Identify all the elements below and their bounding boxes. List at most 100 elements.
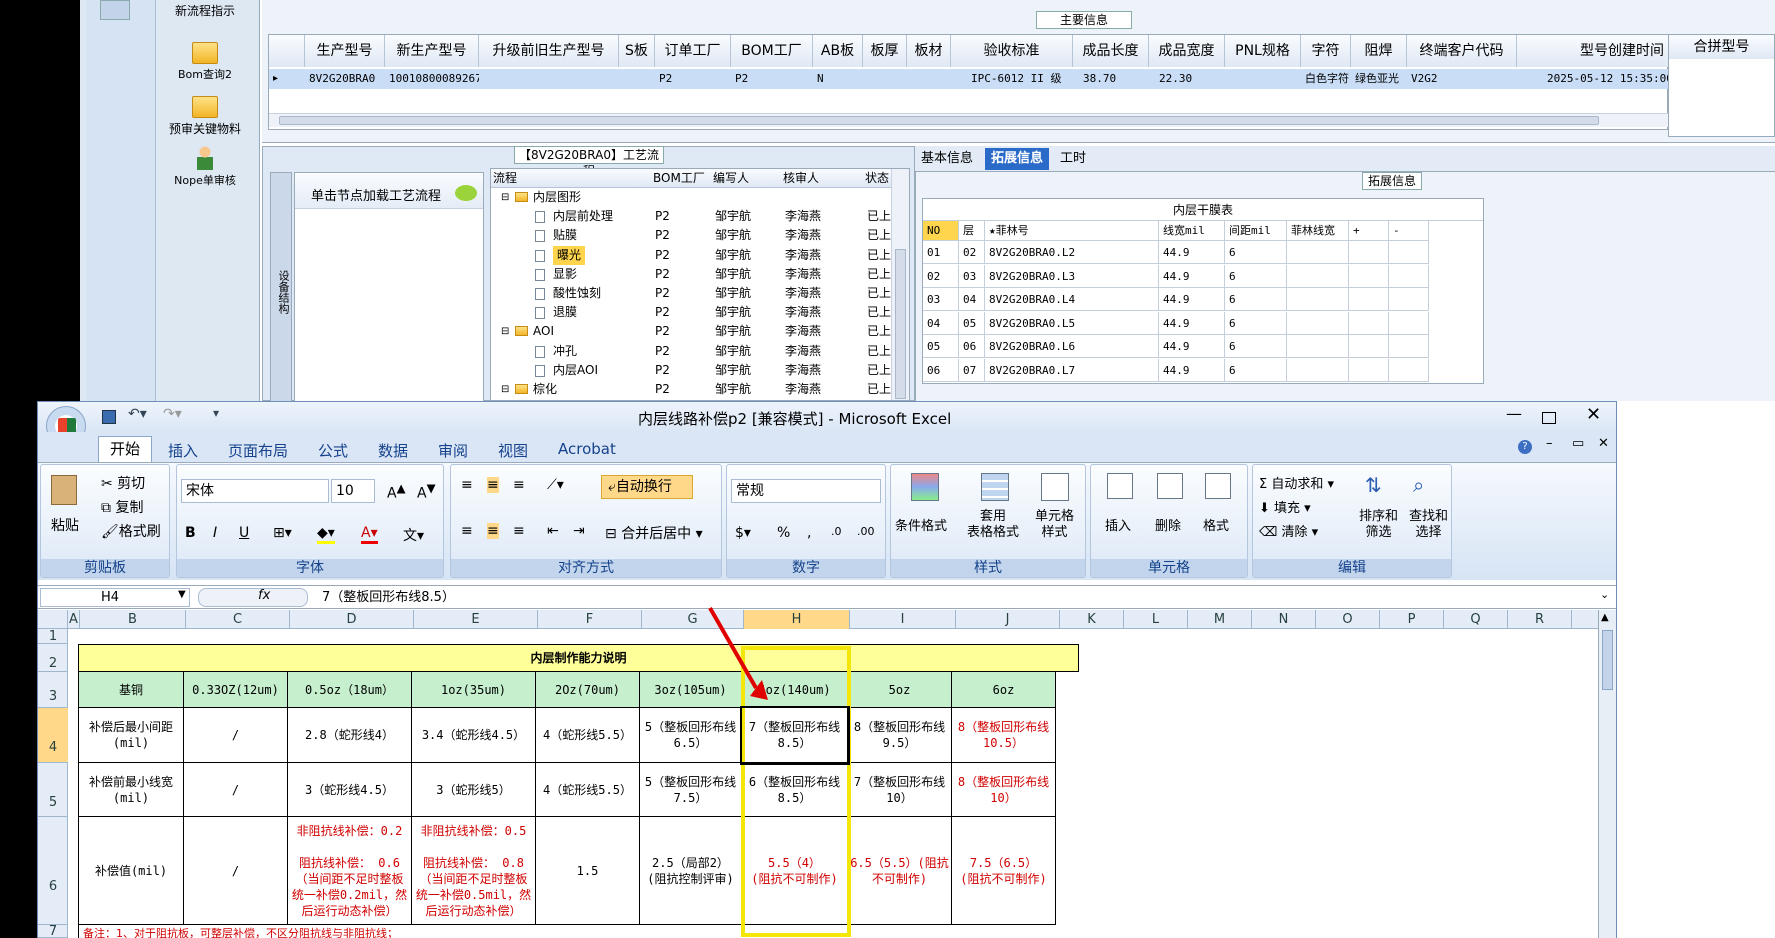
tree-node-label[interactable]: AOI: [533, 322, 554, 341]
sheet-cell[interactable]: 补偿值(mil): [78, 817, 184, 925]
tab-home[interactable]: 开始: [98, 436, 152, 462]
column-header[interactable]: K: [1060, 610, 1124, 629]
ribbon-close-icon[interactable]: ✕: [1598, 436, 1609, 451]
ext-cell[interactable]: 44.9: [1159, 358, 1225, 382]
ext-cell[interactable]: 44.9: [1159, 335, 1225, 358]
sort-filter-button[interactable]: 排序和 筛选: [1359, 509, 1398, 541]
merge-center-button[interactable]: ⊟ 合并后居中 ▾: [605, 523, 703, 543]
ext-cell[interactable]: [1389, 311, 1429, 335]
name-box-dropdown-icon[interactable]: ▼: [178, 589, 186, 600]
col-header[interactable]: 成品宽度: [1149, 35, 1225, 67]
tab-insert[interactable]: 插入: [168, 440, 198, 461]
ext-cell[interactable]: 06: [959, 335, 985, 358]
ext-cell[interactable]: 8V2G20BRA0.L4: [985, 288, 1159, 311]
cell[interactable]: 22.30: [1149, 69, 1225, 89]
sheet-cell[interactable]: /: [184, 763, 288, 817]
align-bottom-icon[interactable]: ≡: [513, 477, 525, 493]
tree-row[interactable]: ⊟ AOI P2 邹宇航 李海燕 已上网: [491, 322, 903, 341]
col-header[interactable]: 阻焊: [1351, 35, 1407, 67]
column-header[interactable]: P: [1380, 610, 1444, 629]
column-header[interactable]: F: [538, 610, 642, 629]
ext-cell[interactable]: [1287, 241, 1349, 264]
ext-col-header[interactable]: 间距mil: [1225, 221, 1287, 241]
col-header[interactable]: 成品长度: [1073, 35, 1149, 67]
row-header[interactable]: 1: [38, 629, 68, 644]
ext-col-header[interactable]: 线宽mil: [1159, 221, 1225, 241]
ext-cell[interactable]: 05: [959, 311, 985, 335]
sheet-cell[interactable]: 7.5（6.5） (阻抗不可制作): [952, 817, 1056, 925]
ext-col-header[interactable]: 菲林线宽: [1287, 221, 1349, 241]
sheet-vertical-scrollbar[interactable]: ▲: [1598, 610, 1616, 938]
cell[interactable]: 10010800089267: [385, 69, 479, 89]
row-header[interactable]: 7: [38, 925, 68, 938]
sheet-title-cell[interactable]: 内层制作能力说明: [78, 644, 1079, 672]
ext-cell[interactable]: [1287, 311, 1349, 335]
ext-col-header[interactable]: NO: [923, 221, 959, 241]
ext-cell[interactable]: [1389, 241, 1429, 264]
format-painter-button[interactable]: 🖌格式刷: [101, 521, 161, 541]
row-header[interactable]: 5: [38, 763, 68, 817]
scroll-up-icon[interactable]: ▲: [1601, 612, 1609, 623]
cell[interactable]: N: [813, 69, 863, 89]
insert-button[interactable]: 插入: [1105, 515, 1131, 534]
column-header[interactable]: R: [1508, 610, 1572, 629]
ext-cell[interactable]: [1349, 241, 1389, 264]
ext-cell[interactable]: 8V2G20BRA0.L5: [985, 311, 1159, 335]
expand-formula-icon[interactable]: ⌄: [1600, 588, 1609, 601]
nav-item-nope-review[interactable]: Nope单审核: [150, 146, 260, 188]
collapse-icon[interactable]: ⊟: [501, 322, 509, 341]
ribbon-restore-icon[interactable]: ▭: [1572, 436, 1584, 451]
col-header[interactable]: 验收标准: [951, 35, 1073, 67]
maximize-button[interactable]: [1542, 412, 1556, 424]
collapse-icon[interactable]: ⊟: [501, 188, 509, 207]
ext-cell[interactable]: 03: [959, 264, 985, 288]
border-icon[interactable]: ⊞▾: [273, 525, 292, 541]
sheet-cell[interactable]: 3.4（蛇形线4.5）: [412, 708, 536, 763]
ext-cell[interactable]: 8V2G20BRA0.L2: [985, 241, 1159, 264]
ext-cell[interactable]: 02: [959, 241, 985, 264]
col-header[interactable]: PNL规格: [1225, 35, 1301, 67]
shrink-font-icon[interactable]: A▼: [417, 481, 436, 502]
sheet-cell[interactable]: /: [184, 708, 288, 763]
col-header[interactable]: BOM工厂: [731, 35, 813, 67]
scrollbar-thumb[interactable]: [1602, 630, 1613, 690]
ext-cell[interactable]: [1389, 264, 1429, 288]
tree-node-label[interactable]: 退膜: [553, 303, 577, 322]
save-icon[interactable]: [102, 410, 116, 424]
tree-node-label[interactable]: 显影: [553, 265, 577, 284]
col-header[interactable]: 升级前旧生产型号: [479, 35, 619, 67]
scrollbar-thumb[interactable]: [279, 116, 1599, 125]
col-header[interactable]: 新生产型号: [385, 35, 479, 67]
select-all-corner[interactable]: [38, 610, 68, 629]
column-header[interactable]: M: [1188, 610, 1252, 629]
tab-extended-info[interactable]: 拓展信息: [985, 148, 1050, 170]
tree-row[interactable]: 内层前处理 P2 邹宇航 李海燕 已上网: [491, 207, 903, 226]
increase-indent-icon[interactable]: ⇥: [573, 523, 585, 539]
decrease-decimal-icon[interactable]: .00: [857, 525, 875, 538]
ext-cell[interactable]: 8V2G20BRA0.L6: [985, 335, 1159, 358]
tree-row[interactable]: 显影 P2 邹宇航 李海燕 已上网: [491, 265, 903, 284]
column-header[interactable]: B: [80, 610, 186, 629]
tree-node-label[interactable]: 内层前处理: [553, 207, 613, 226]
tab-work-hours[interactable]: 工时: [1054, 148, 1092, 170]
font-color-icon[interactable]: A▾: [361, 525, 378, 544]
ext-cell[interactable]: [1349, 264, 1389, 288]
col-header[interactable]: 板材: [907, 35, 951, 67]
horizontal-scrollbar[interactable]: [269, 113, 1669, 127]
nav-item-preview-material[interactable]: 预审关键物料: [150, 96, 260, 137]
ext-cell[interactable]: [1349, 311, 1389, 335]
grow-font-icon[interactable]: A▲: [387, 481, 406, 502]
bold-button[interactable]: B: [185, 525, 196, 541]
tab-page-layout[interactable]: 页面布局: [228, 440, 288, 461]
ext-cell[interactable]: [1349, 335, 1389, 358]
sheet-cell[interactable]: /: [184, 817, 288, 925]
tree-col-header[interactable]: 状态: [865, 169, 889, 188]
worksheet[interactable]: 内层制作能力说明 基铜 0.33OZ(12um) 0.5oz（18um） 1oz(35…: [68, 629, 1598, 938]
sheet-header-cell[interactable]: 5oz: [848, 672, 952, 708]
tab-acrobat[interactable]: Acrobat: [558, 440, 616, 458]
align-left-icon[interactable]: ≡: [461, 523, 473, 539]
format-button[interactable]: 格式: [1203, 515, 1229, 534]
tree-col-header[interactable]: 流程: [493, 169, 517, 188]
ext-cell[interactable]: 02: [923, 264, 959, 288]
ext-cell[interactable]: 8V2G20BRA0.L3: [985, 264, 1159, 288]
